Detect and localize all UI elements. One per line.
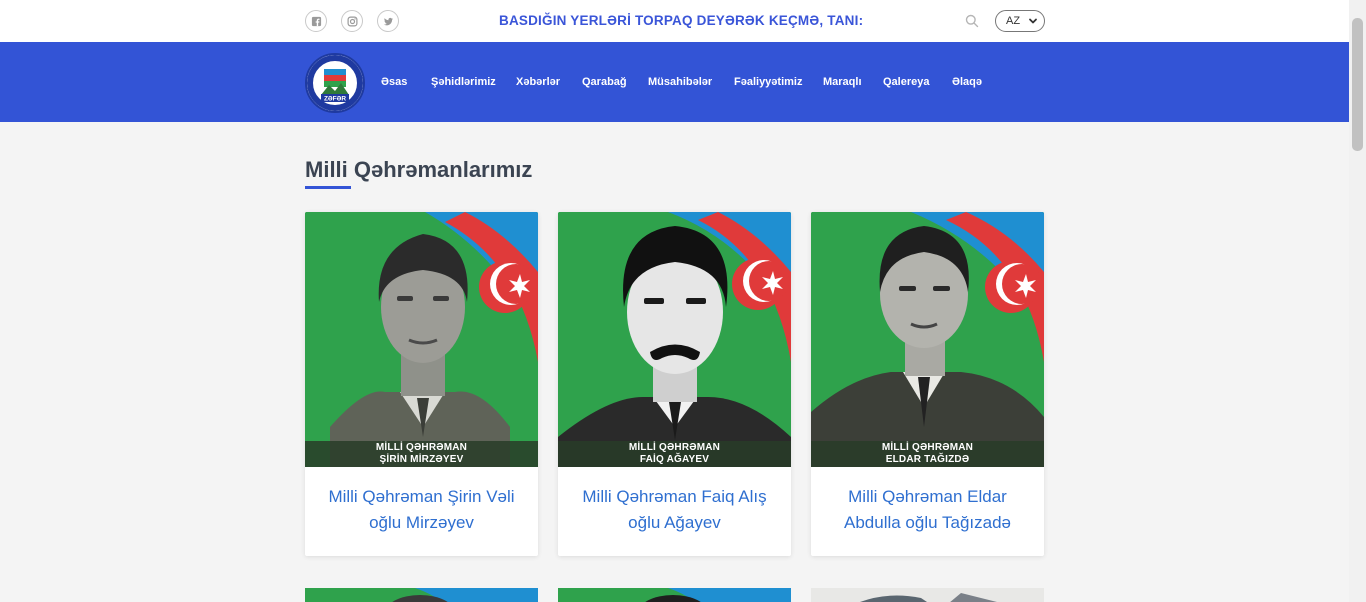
caption-name: FAİQ AĞAYEV (639, 454, 710, 465)
caption-name: ELDAR TAĞIZDƏ (885, 454, 970, 465)
nav-item-esas[interactable]: Əsas (381, 76, 407, 88)
hero-card-title-line: oğlu Mirzəyev (369, 513, 474, 532)
hero-card-partial[interactable] (305, 588, 538, 602)
caption-line: MİLLİ QƏHRƏMAN (881, 442, 974, 453)
nav-item-qalereya[interactable]: Qalereya (883, 76, 929, 88)
nav-item-sehidlerimiz[interactable]: Şəhidlərimiz (431, 76, 496, 88)
hero-card-title[interactable]: Milli Qəhrəman Şirin Vəli oğlu Mirzəyev (315, 484, 528, 536)
language-value: AZ (1006, 15, 1021, 27)
twitter-icon[interactable] (377, 10, 399, 32)
scrollbar-thumb[interactable] (1352, 18, 1363, 151)
hero-card[interactable]: MİLLİ QƏHRƏMAN ELDAR TAĞIZDƏ Milli Qəhrə… (811, 212, 1044, 556)
nav-item-musahibeler[interactable]: Müsahibələr (648, 76, 712, 88)
facebook-icon[interactable] (305, 10, 327, 32)
main-navbar: ZƏFƏR Əsas Şəhidlərimiz Xəbərlər Qarabağ… (0, 42, 1349, 122)
logo-text: ZƏFƏR (324, 96, 346, 103)
hero-card-title-line: Milli Qəhrəman Faiq Alış (582, 487, 767, 506)
search-icon (965, 14, 979, 28)
nav-item-fealiyyetimiz[interactable]: Fəaliyyətimiz (734, 76, 802, 88)
hero-photo (811, 212, 1044, 467)
hero-card-title-line: oğlu Ağayev (628, 513, 721, 532)
hero-card[interactable]: MİLLİ QƏHRƏMAN ŞİRİN MİRZƏYEV Milli Qəhr… (305, 212, 538, 556)
site-logo[interactable]: ZƏFƏR (305, 53, 365, 113)
language-select[interactable]: AZ (995, 10, 1045, 32)
nav-item-elaqe[interactable]: Əlaqə (952, 76, 982, 88)
hero-card-title-line: Milli Qəhrəman Şirin Vəli (328, 487, 515, 506)
nav-item-maraqli[interactable]: Maraqlı (823, 76, 862, 88)
photo-caption: MİLLİ QƏHRƏMAN ŞİRİN MİRZƏYEV (305, 441, 538, 467)
caption-line: MİLLİ QƏHRƏMAN (375, 442, 468, 453)
hero-card-title[interactable]: Milli Qəhrəman Faiq Alış oğlu Ağayev (568, 484, 781, 536)
top-bar: BASDIĞIN YERLƏRİ TORPAQ DEYƏRƏK KEÇMƏ, T… (0, 0, 1349, 42)
hero-photo (558, 212, 791, 467)
search-button[interactable] (963, 12, 981, 30)
hero-card-title-line: Milli Qəhrəman Eldar (848, 487, 1007, 506)
hero-card-partial[interactable] (558, 588, 791, 602)
hero-card-title[interactable]: Milli Qəhrəman Eldar Abdulla oğlu Tağıza… (821, 484, 1034, 536)
hero-card[interactable]: MİLLİ QƏHRƏMAN FAİQ AĞAYEV Milli Qəhrəma… (558, 212, 791, 556)
hero-card-title-line: Abdulla oğlu Tağızadə (844, 513, 1011, 532)
slogan-text: BASDIĞIN YERLƏRİ TORPAQ DEYƏRƏK KEÇMƏ, T… (499, 13, 864, 28)
nav-item-qarabag[interactable]: Qarabağ (582, 76, 627, 88)
section-title: Milli Qəhrəmanlarımız (305, 157, 533, 182)
caption-line: MİLLİ QƏHRƏMAN (628, 442, 721, 453)
page: BASDIĞIN YERLƏRİ TORPAQ DEYƏRƏK KEÇMƏ, T… (0, 0, 1366, 602)
instagram-icon[interactable] (341, 10, 363, 32)
chevron-down-icon (1029, 18, 1037, 24)
caption-name: ŞİRİN MİRZƏYEV (379, 454, 464, 465)
hero-card-partial[interactable] (811, 588, 1044, 602)
photo-caption: MİLLİ QƏHRƏMAN ELDAR TAĞIZDƏ (811, 441, 1044, 467)
photo-caption: MİLLİ QƏHRƏMAN FAİQ AĞAYEV (558, 441, 791, 467)
title-underline (305, 186, 351, 189)
nav-item-xeberler[interactable]: Xəbərlər (516, 76, 560, 88)
hero-photo (305, 212, 538, 467)
